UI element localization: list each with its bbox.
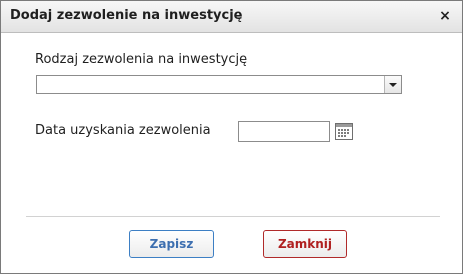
permit-type-label: Rodzaj zezwolenia na inwestycję xyxy=(35,52,248,67)
dialog: Dodaj zezwolenie na inwestycję × Rodzaj … xyxy=(0,0,463,274)
permit-date-input[interactable] xyxy=(238,121,330,142)
calendar-icon[interactable] xyxy=(335,123,353,140)
close-button[interactable]: Zamknij xyxy=(263,230,347,258)
permit-type-select[interactable] xyxy=(36,75,402,94)
chevron-down-icon[interactable] xyxy=(384,76,401,93)
close-icon[interactable]: × xyxy=(438,7,452,25)
dialog-title: Dodaj zezwolenie na inwestycję xyxy=(10,8,243,23)
permit-date-label: Data uzyskania zezwolenia xyxy=(35,123,211,138)
footer-divider xyxy=(26,216,440,217)
save-button[interactable]: Zapisz xyxy=(129,230,214,258)
dialog-titlebar[interactable]: Dodaj zezwolenie na inwestycję × xyxy=(1,1,462,33)
